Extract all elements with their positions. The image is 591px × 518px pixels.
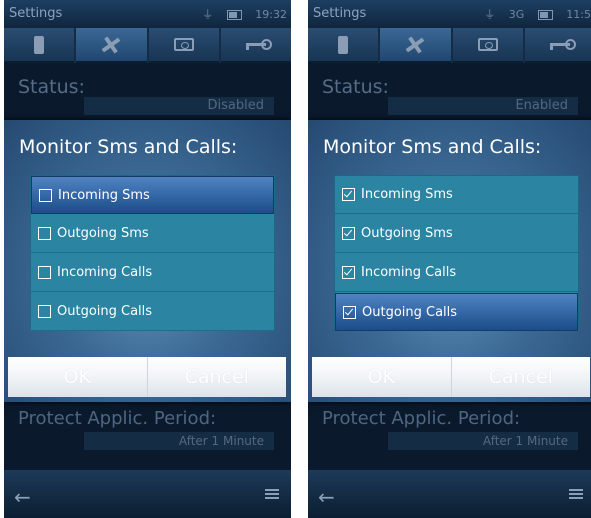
tab-tools[interactable] [380, 28, 451, 63]
list-item-incoming-sms[interactable]: Incoming Sms [31, 176, 274, 214]
monitor-dialog: Monitor Sms and Calls: Incoming Sms Outg… [308, 120, 591, 402]
key-icon [245, 39, 272, 50]
option-list: Incoming Sms Outgoing Sms Incoming Calls… [30, 175, 275, 331]
signal-icon: ⏚ [202, 8, 214, 21]
key-icon [549, 39, 576, 50]
signal-icon: ⏚ [484, 8, 496, 21]
protect-period-value[interactable]: After 1 Minute [84, 432, 274, 450]
cancel-button[interactable]: Cancel [147, 357, 286, 397]
back-arrow-icon[interactable]: ← [318, 485, 335, 509]
tab-camera[interactable] [148, 28, 219, 63]
battery-icon [537, 10, 553, 20]
list-item-label: Incoming Calls [57, 265, 153, 280]
list-item-label: Incoming Sms [361, 187, 453, 202]
tools-icon [406, 37, 425, 52]
softkey-bar: ← [308, 470, 591, 518]
list-item-outgoing-calls[interactable]: Outgoing Calls [31, 293, 274, 331]
dialog-title: Monitor Sms and Calls: [323, 136, 542, 158]
checkbox-checked-icon[interactable] [342, 266, 355, 279]
status-bar: Settings ⏚ 3G 11:5 [308, 0, 591, 28]
screen-before: Settings ⏚ 19:32 Status: Disabled Monito… [4, 0, 291, 518]
tab-camera[interactable] [452, 28, 523, 63]
tab-bar [308, 28, 591, 63]
checkbox-icon[interactable] [38, 227, 51, 240]
status-label: Status: [18, 76, 85, 98]
checkbox-checked-icon[interactable] [342, 188, 355, 201]
list-item-label: Incoming Calls [361, 265, 457, 280]
status-icons: ⏚ 19:32 [192, 6, 287, 22]
option-list: Incoming Sms Outgoing Sms Incoming Calls… [334, 175, 579, 331]
tab-key[interactable] [524, 28, 591, 63]
protect-period-label: Protect Applic. Period: [322, 408, 521, 429]
clock: 11:5 [566, 8, 591, 21]
back-arrow-icon[interactable]: ← [14, 485, 31, 509]
network-label: 3G [508, 8, 525, 21]
dialog-buttons: OK Cancel [8, 357, 286, 397]
tab-tools[interactable] [76, 28, 147, 63]
status-label: Status: [322, 76, 389, 98]
battery-icon [226, 10, 242, 20]
app-title: Settings [9, 6, 63, 21]
tools-icon [102, 37, 121, 52]
list-item-label: Outgoing Calls [362, 304, 458, 320]
list-item-outgoing-sms[interactable]: Outgoing Sms [31, 215, 274, 253]
menu-icon[interactable] [265, 489, 279, 491]
tab-key[interactable] [220, 28, 291, 63]
list-item-label: Outgoing Calls [57, 304, 153, 319]
softkey-bar: ← [4, 470, 291, 518]
status-value[interactable]: Enabled [388, 97, 578, 115]
phone-icon [338, 35, 349, 54]
list-item-outgoing-calls[interactable]: Outgoing Calls [335, 293, 578, 331]
list-item-label: Outgoing Sms [361, 226, 453, 241]
protect-period-label: Protect Applic. Period: [18, 408, 217, 429]
checkbox-checked-icon[interactable] [343, 305, 356, 319]
checkbox-icon[interactable] [38, 266, 51, 279]
camera-icon [477, 38, 498, 51]
checkbox-checked-icon[interactable] [342, 227, 355, 240]
tab-phone[interactable] [308, 28, 379, 63]
list-item-label: Outgoing Sms [57, 226, 149, 241]
ok-button[interactable]: OK [312, 357, 452, 397]
screen-after: Settings ⏚ 3G 11:5 Status: Enabled Monit… [308, 0, 591, 518]
cancel-button[interactable]: Cancel [451, 357, 590, 397]
monitor-dialog: Monitor Sms and Calls: Incoming Sms Outg… [4, 120, 291, 402]
status-value[interactable]: Disabled [84, 97, 274, 115]
dialog-buttons: OK Cancel [312, 357, 590, 397]
dialog-title: Monitor Sms and Calls: [19, 136, 238, 158]
list-item-incoming-calls[interactable]: Incoming Calls [335, 254, 578, 292]
phone-icon [34, 35, 45, 54]
tab-phone[interactable] [4, 28, 75, 63]
list-item-outgoing-sms[interactable]: Outgoing Sms [335, 215, 578, 253]
clock: 19:32 [255, 8, 287, 21]
list-item-label: Incoming Sms [58, 187, 150, 203]
checkbox-icon[interactable] [39, 188, 52, 202]
camera-icon [173, 38, 194, 51]
protect-period-value[interactable]: After 1 Minute [388, 432, 578, 450]
list-item-incoming-calls[interactable]: Incoming Calls [31, 254, 274, 292]
list-item-incoming-sms[interactable]: Incoming Sms [335, 176, 578, 214]
status-icons: ⏚ 3G 11:5 [474, 6, 591, 22]
status-bar: Settings ⏚ 19:32 [4, 0, 291, 28]
tab-bar [4, 28, 291, 63]
app-title: Settings [313, 6, 367, 21]
menu-icon[interactable] [569, 489, 583, 491]
checkbox-icon[interactable] [38, 305, 51, 318]
ok-button[interactable]: OK [8, 357, 148, 397]
